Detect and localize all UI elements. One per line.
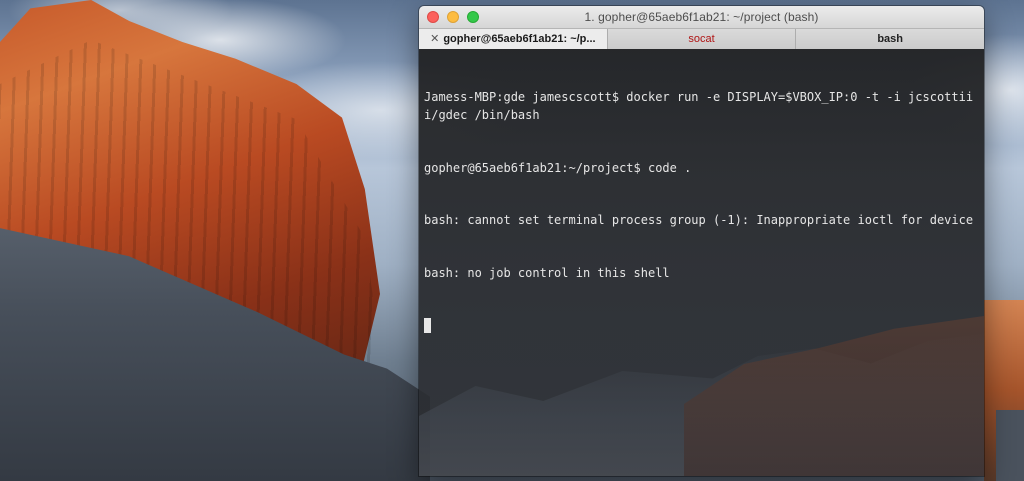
tab-bar: ✕ gopher@65aeb6f1ab21: ~/p... socat bash (419, 29, 984, 50)
terminal-output: Jamess-MBP:gde jamescscott$ docker run -… (424, 54, 979, 371)
tab-bash-label: bash (877, 33, 904, 45)
terminal-window[interactable]: 1. gopher@65aeb6f1ab21: ~/project (bash)… (419, 6, 984, 476)
terminal-line: gopher@65aeb6f1ab21:~/project$ code . (424, 160, 692, 175)
title-bar[interactable]: 1. gopher@65aeb6f1ab21: ~/project (bash) (419, 6, 984, 29)
tab-gopher[interactable]: ✕ gopher@65aeb6f1ab21: ~/p... (419, 29, 607, 49)
tab-bash[interactable]: bash (795, 29, 984, 49)
terminal-line: Jamess-MBP:gde jamescscott$ docker run -… (424, 90, 974, 122)
right-rock-shadow (996, 410, 1024, 481)
terminal-line: bash: cannot set terminal process group … (424, 213, 974, 228)
tab-gopher-label: gopher@65aeb6f1ab21: ~/p... (443, 33, 596, 45)
terminal-prompt-line[interactable] (424, 317, 979, 336)
terminal-screen[interactable]: Jamess-MBP:gde jamescscott$ docker run -… (419, 49, 984, 476)
terminal-line: bash: no job control in this shell (424, 266, 670, 281)
tab-socat[interactable]: socat (606, 29, 796, 49)
window-title: 1. gopher@65aeb6f1ab21: ~/project (bash) (584, 10, 819, 24)
tab-socat-label: socat (688, 33, 715, 45)
text-cursor (424, 317, 431, 333)
tab-close-icon[interactable]: ✕ (430, 33, 439, 45)
